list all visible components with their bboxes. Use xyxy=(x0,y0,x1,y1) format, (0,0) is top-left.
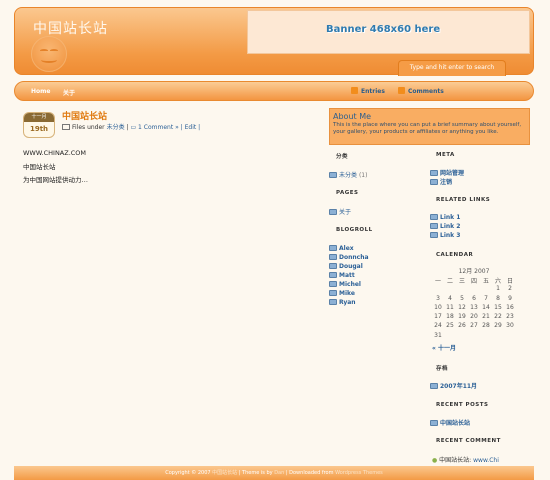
blogroll-heading: BLOGROLL xyxy=(336,227,373,233)
link-icon xyxy=(430,214,438,220)
about-box: About Me This is the place where you can… xyxy=(329,108,530,145)
banner-text: Banner 468x60 here xyxy=(326,24,441,35)
post-paragraph: 中国站长站 xyxy=(23,163,56,171)
calendar-week: 3456789 xyxy=(436,294,512,302)
folder-icon xyxy=(62,124,70,130)
related-link[interactable]: Link 1 xyxy=(430,214,460,221)
about-title: About Me xyxy=(333,112,372,121)
link-icon xyxy=(329,245,337,251)
meta-link[interactable]: 注销 xyxy=(430,177,452,186)
pages-heading: PAGES xyxy=(336,190,359,196)
link-icon xyxy=(430,420,438,426)
calendar-week: 24 25 26 27 28 29 30 xyxy=(434,322,514,330)
blogroll-link[interactable]: Mike xyxy=(329,290,355,297)
blogroll-link[interactable]: Donncha xyxy=(329,254,369,261)
recent-comment-heading: RECENT COMMENT xyxy=(436,438,501,444)
link-icon xyxy=(430,170,438,176)
search-input[interactable]: Type and hit enter to search xyxy=(398,60,506,76)
calendar-weekdays: 一二三四五六日 xyxy=(434,278,513,285)
about-text: This is the place where you can put a br… xyxy=(333,122,522,135)
post-paragraph: 为中国网站提供动力… xyxy=(23,176,88,184)
post-paragraph: WWW.CHINAZ.COM xyxy=(23,149,87,157)
footer-site-link[interactable]: 中国站长站 xyxy=(212,470,237,476)
link-icon xyxy=(430,383,438,389)
calendar-week: 17 18 19 20 21 22 23 xyxy=(434,313,514,321)
link-icon xyxy=(329,299,337,305)
calendar-heading: CALENDAR xyxy=(436,252,474,258)
comments-feed-link[interactable]: Comments xyxy=(398,87,444,95)
blogroll-link[interactable]: Alex xyxy=(329,245,354,252)
page-icon xyxy=(329,209,337,215)
related-link[interactable]: Link 3 xyxy=(430,232,460,239)
blogroll-link[interactable]: Matt xyxy=(329,272,355,279)
link-icon xyxy=(329,263,337,269)
post-title[interactable]: 中国站长站 xyxy=(62,109,107,122)
calendar: 12月 2007 一二三四五六日 12 3456789 10 11 12 13 14 15… xyxy=(432,266,516,352)
bullet-icon: ● xyxy=(432,457,438,464)
site-title[interactable]: 中国站长站 xyxy=(33,18,108,38)
post-comment-link[interactable]: 1 Comment » xyxy=(138,124,179,131)
calendar-caption: 12月 2007 xyxy=(458,268,490,275)
related-link[interactable]: Link 2 xyxy=(430,223,460,230)
entries-feed-link[interactable]: Entries xyxy=(351,87,385,95)
meta-link[interactable]: 网站管理 xyxy=(430,168,464,177)
speech-bubble-icon: ▭ xyxy=(130,124,137,131)
link-icon xyxy=(329,290,337,296)
link-icon xyxy=(329,281,337,287)
nav-bar: Home 关于 Entries Comments xyxy=(14,81,534,101)
nav-home[interactable]: Home xyxy=(31,88,50,95)
post-day: 19th xyxy=(29,125,49,133)
rss-icon xyxy=(398,87,405,94)
post-meta: Files under 未分类 | ▭ 1 Comment » | Edit | xyxy=(62,122,200,131)
link-icon xyxy=(430,223,438,229)
header: 中国站长站 Banner 468x60 here Type and hit en… xyxy=(14,7,534,76)
categories-heading: 分类 xyxy=(336,154,349,160)
link-icon xyxy=(329,254,337,260)
archive-link[interactable]: 2007年11月 xyxy=(430,381,477,390)
logo-icon xyxy=(31,36,67,72)
folder-icon xyxy=(329,172,337,178)
nav-about[interactable]: 关于 xyxy=(63,88,75,97)
calendar-week: 12 xyxy=(496,285,512,293)
recent-comment-link[interactable]: www.Chi xyxy=(473,457,499,464)
meta-heading: META xyxy=(436,152,455,158)
post-month: 十一月 xyxy=(24,113,54,122)
calendar-prev-month-link[interactable]: « 十一月 xyxy=(432,343,456,352)
category-link[interactable]: 未分类 (1) xyxy=(329,170,367,179)
recent-post-link[interactable]: 中国站长站 xyxy=(430,418,470,427)
footer: Copyright © 2007 中国站长站 | Theme is by Dan… xyxy=(14,466,534,480)
related-links-heading: RELATED LINKS xyxy=(436,197,491,203)
post-category-link[interactable]: 未分类 xyxy=(107,124,125,131)
page-link[interactable]: 关于 xyxy=(329,207,351,216)
blogroll-link[interactable]: Ryan xyxy=(329,299,356,306)
blogroll-link[interactable]: Michel xyxy=(329,281,361,288)
footer-author-link[interactable]: Dan xyxy=(274,470,284,476)
recent-comment-item: ● 中国站长站: www.Chi xyxy=(432,457,499,464)
archives-heading: 存档 xyxy=(436,366,449,372)
blogroll-link[interactable]: Dougal xyxy=(329,263,363,270)
link-icon xyxy=(430,179,438,185)
rss-icon xyxy=(351,87,358,94)
calendar-week: 31 xyxy=(434,331,442,339)
footer-source-link[interactable]: Wordpress Themes xyxy=(335,470,383,476)
recent-posts-heading: RECENT POSTS xyxy=(436,402,489,408)
calendar-week: 10 11 12 13 14 15 16 xyxy=(434,303,514,311)
post-edit-link[interactable]: | Edit | xyxy=(181,124,200,131)
post-date-badge: 十一月 19th xyxy=(23,112,55,138)
link-icon xyxy=(430,232,438,238)
banner-ad[interactable]: Banner 468x60 here xyxy=(247,10,530,54)
link-icon xyxy=(329,272,337,278)
